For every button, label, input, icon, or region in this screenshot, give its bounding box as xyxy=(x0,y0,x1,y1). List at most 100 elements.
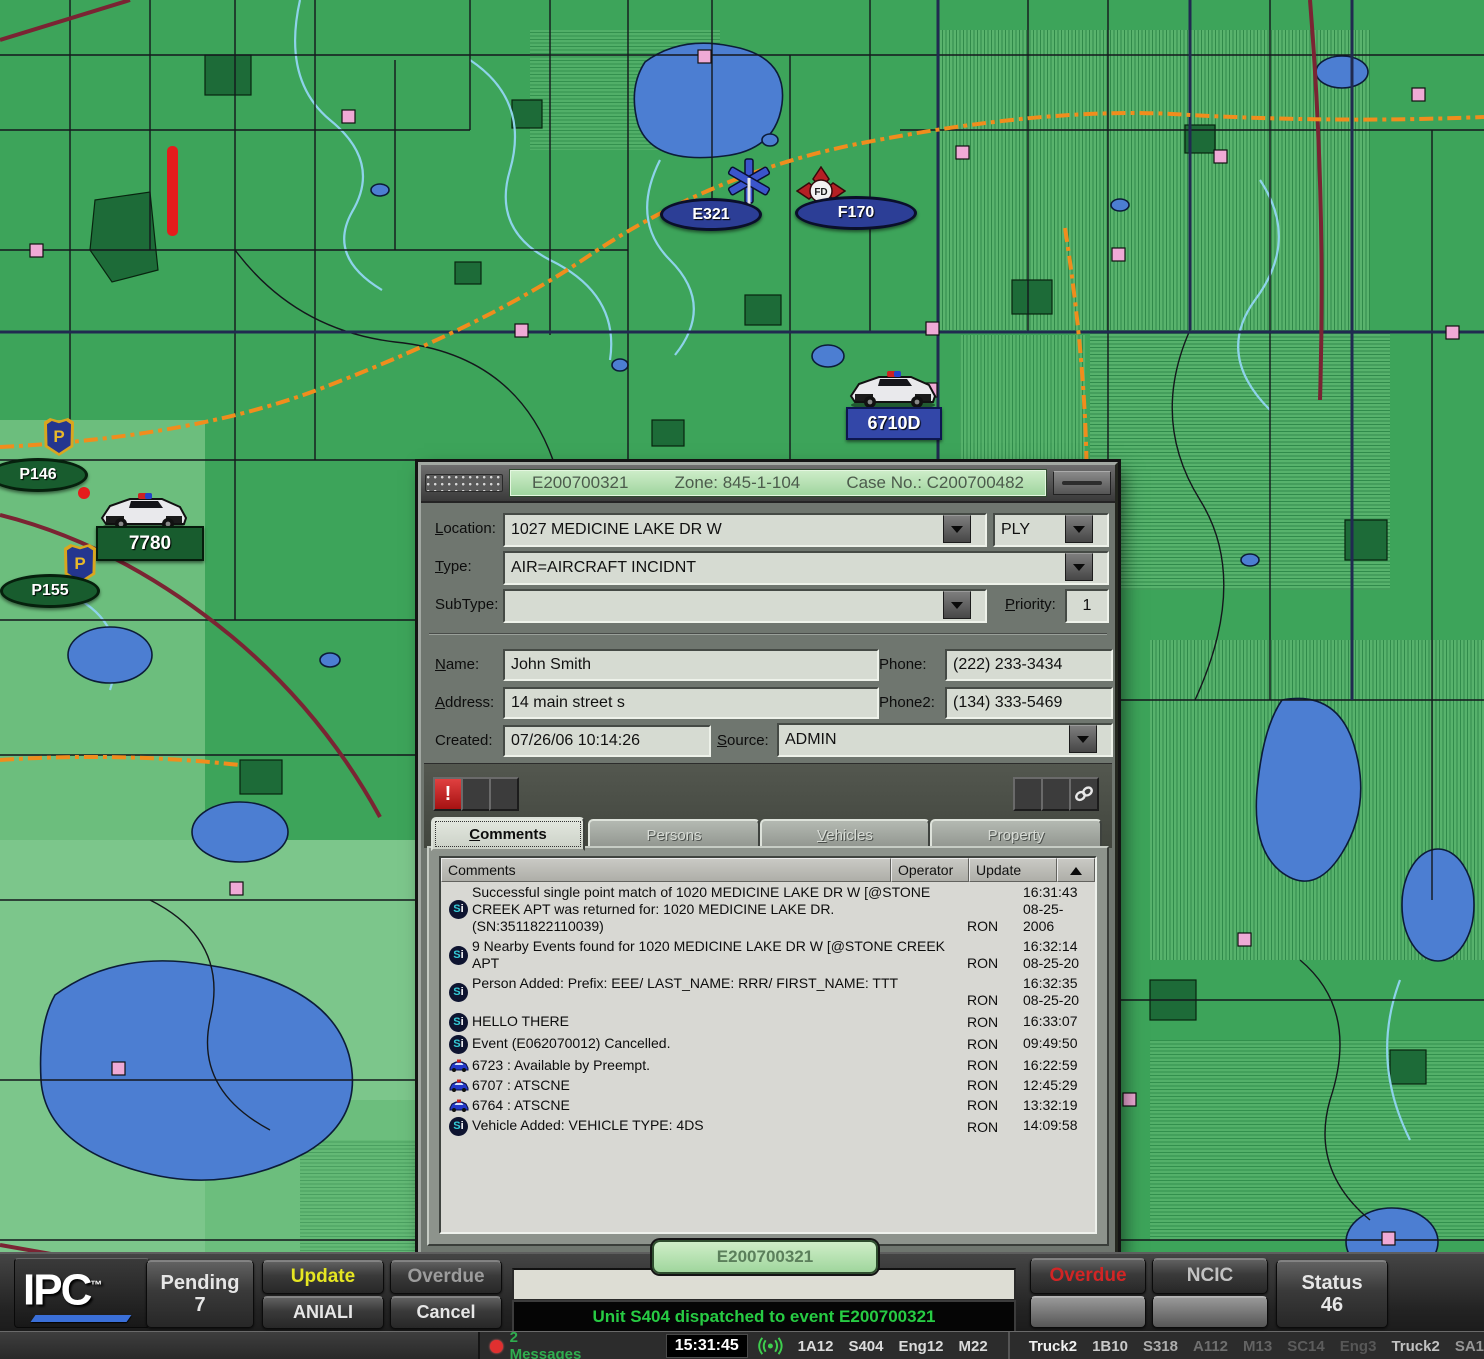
phone2-field[interactable]: (134) 333-5469 xyxy=(945,687,1113,719)
titlebar-grip[interactable] xyxy=(425,474,503,492)
police-car-icon xyxy=(448,1079,470,1092)
comment-row[interactable]: Si Successful single point match of 1020… xyxy=(441,882,1095,936)
police-car-icon xyxy=(448,1099,470,1112)
unit-chip[interactable]: Truck2 xyxy=(1029,1338,1077,1355)
unit-marker-7780[interactable]: 7780 xyxy=(96,526,204,561)
unit-chip[interactable]: 1B10 xyxy=(1092,1338,1128,1355)
link-button[interactable] xyxy=(1069,777,1099,811)
subtype-dropdown-button[interactable] xyxy=(943,591,971,619)
logo-swoosh xyxy=(31,1315,132,1322)
tab-comments[interactable]: Comments xyxy=(431,817,585,851)
comment-row[interactable]: 6707 : ATSCNE RON 12:45:29 xyxy=(441,1075,1095,1095)
police-car-icon[interactable] xyxy=(845,366,941,410)
unit-chip[interactable]: Eng3 xyxy=(1340,1338,1377,1355)
status-spacer xyxy=(0,1332,480,1359)
phone-label: Phone: xyxy=(879,656,927,673)
location-dropdown-button[interactable] xyxy=(943,515,971,543)
event-case: Case No.: C200700482 xyxy=(846,473,1024,493)
source-dropdown-button[interactable] xyxy=(1069,725,1097,753)
column-update[interactable]: Update xyxy=(969,858,1057,882)
comment-row[interactable]: Si HELLO THERE RON 16:33:07 xyxy=(441,1011,1095,1033)
comment-row[interactable]: Si 9 Nearby Events found for 1020 MEDICI… xyxy=(441,936,1095,973)
toolstrip-button[interactable] xyxy=(1013,777,1043,811)
comments-panel: Comments Operator Update Si Successful s… xyxy=(427,846,1109,1246)
ipc-logo: IPC™ xyxy=(14,1258,150,1328)
type-dropdown-button[interactable] xyxy=(1065,553,1093,581)
address-label: Address: xyxy=(435,694,494,711)
collapse-button[interactable] xyxy=(1053,471,1111,495)
unit-chip[interactable]: A112 xyxy=(1193,1338,1228,1355)
location-label: Location: xyxy=(435,520,496,537)
phone2-label: Phone2: xyxy=(879,694,935,711)
alert-icon: ! xyxy=(445,783,452,806)
event-number: E200700321 xyxy=(532,473,628,493)
alert-button[interactable]: ! xyxy=(433,777,463,811)
event-zone: Zone: 845-1-104 xyxy=(675,473,801,493)
info-icon: Si xyxy=(449,983,468,1002)
unit-chip[interactable]: Truck2 xyxy=(1391,1338,1439,1355)
type-label: Type: xyxy=(435,558,472,575)
unit-marker-6710d[interactable]: 6710D xyxy=(846,407,942,440)
active-event-tab[interactable]: E200700321 xyxy=(652,1240,878,1274)
chain-link-icon xyxy=(1074,785,1094,803)
subtype-field[interactable] xyxy=(503,589,987,623)
unit-chip[interactable]: S404 xyxy=(848,1338,883,1355)
blank-button[interactable] xyxy=(1152,1296,1268,1328)
overdue-right-button[interactable]: Overdue xyxy=(1030,1258,1146,1294)
status-strip: 2 Messages 15:31:45 1A12 S404 Eng12 M22 … xyxy=(0,1331,1484,1359)
column-comments[interactable]: Comments xyxy=(441,858,891,882)
dialog-titlebar[interactable]: E200700321 Zone: 845-1-104 Case No.: C20… xyxy=(421,465,1115,503)
toolstrip-button[interactable] xyxy=(1041,777,1071,811)
address-field[interactable]: 14 main street s xyxy=(503,687,879,719)
priority-field[interactable]: 1 xyxy=(1065,589,1109,623)
subtype-label: SubType: xyxy=(435,596,498,613)
unit-marker-e321[interactable]: E321 xyxy=(660,198,762,231)
column-operator[interactable]: Operator xyxy=(891,858,969,882)
unit-chip[interactable]: SA1 xyxy=(1455,1338,1484,1355)
unit-chip[interactable]: M13 xyxy=(1243,1338,1272,1355)
ncic-button[interactable]: NCIC xyxy=(1152,1258,1268,1294)
name-field[interactable]: John Smith xyxy=(503,649,879,681)
unit-marker-f170[interactable]: F170 xyxy=(795,196,917,230)
blank-button[interactable] xyxy=(1030,1296,1146,1328)
created-label: Created: xyxy=(435,732,493,749)
info-icon: Si xyxy=(449,1035,468,1054)
comments-header: Comments Operator Update xyxy=(441,858,1095,882)
comment-row[interactable]: Si Person Added: Prefix: EEE/ LAST_NAME:… xyxy=(441,973,1095,1010)
comment-row[interactable]: 6764 : ATSCNE RON 13:32:19 xyxy=(441,1095,1095,1115)
messages-indicator[interactable]: 2 Messages xyxy=(490,1329,590,1359)
overdue-left-button[interactable]: Overdue xyxy=(390,1260,502,1294)
scroll-up-button[interactable] xyxy=(1057,858,1095,882)
type-field[interactable]: AIR=AIRCRAFT INCIDNT xyxy=(503,551,1109,585)
comment-row[interactable]: 6723 : Available by Preempt. RON 16:22:5… xyxy=(441,1055,1095,1075)
aniali-button[interactable]: ANIALI xyxy=(262,1296,384,1329)
unit-chip[interactable]: SC14 xyxy=(1287,1338,1325,1355)
toolstrip-button[interactable] xyxy=(461,777,491,811)
phone-field[interactable]: (222) 233-3434 xyxy=(945,649,1113,681)
unit-chip[interactable]: S318 xyxy=(1143,1338,1178,1355)
priority-label: Priority: xyxy=(1005,596,1056,613)
police-car-icon xyxy=(448,1059,470,1072)
info-icon: Si xyxy=(449,900,468,919)
update-button[interactable]: Update xyxy=(262,1260,384,1294)
unit-marker-p155[interactable]: P155 xyxy=(0,574,100,608)
unit-chip[interactable]: 1A12 xyxy=(798,1338,834,1355)
comment-row[interactable]: Si Vehicle Added: VEHICLE TYPE: 4DS RON … xyxy=(441,1115,1095,1137)
source-combo[interactable]: ADMIN xyxy=(777,723,1113,757)
info-icon: Si xyxy=(449,1013,468,1032)
map-red-annotation xyxy=(167,146,178,236)
status-button[interactable]: Status 46 xyxy=(1276,1260,1388,1328)
toolstrip-button[interactable] xyxy=(489,777,519,811)
event-dialog: E200700321 Zone: 845-1-104 Case No.: C20… xyxy=(418,462,1118,1258)
pending-button[interactable]: Pending 7 xyxy=(146,1260,254,1328)
unit-chip[interactable]: M22 xyxy=(959,1338,988,1355)
cancel-button[interactable]: Cancel xyxy=(390,1296,502,1329)
location-field[interactable]: 1027 MEDICINE LAKE DR W xyxy=(503,513,987,547)
info-icon: Si xyxy=(449,946,468,965)
police-badge-icon[interactable]: P xyxy=(44,418,74,456)
unit-chip[interactable]: Eng12 xyxy=(899,1338,944,1355)
clock: 15:31:45 xyxy=(666,1334,748,1358)
created-field[interactable]: 07/26/06 10:14:26 xyxy=(503,725,711,757)
comment-row[interactable]: Si Event (E062070012) Cancelled. RON 09:… xyxy=(441,1033,1095,1055)
jurisdiction-dropdown-button[interactable] xyxy=(1065,515,1093,543)
